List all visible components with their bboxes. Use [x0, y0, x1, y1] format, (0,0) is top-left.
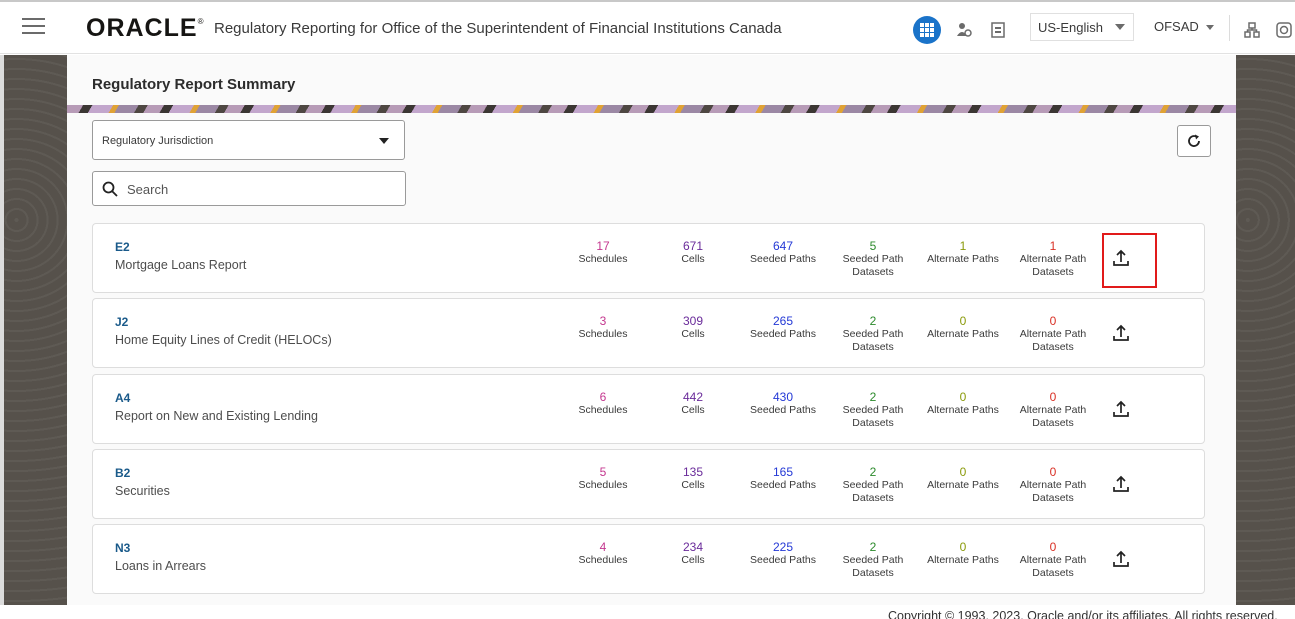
upload-icon[interactable]: [1110, 322, 1132, 344]
stat-alternate-path-datasets: 0 Alternate Path Datasets: [1019, 540, 1087, 579]
grid-icon[interactable]: [913, 16, 941, 44]
stat-schedules: 5 Schedules: [578, 465, 628, 491]
stat-schedules: 6 Schedules: [578, 390, 628, 416]
document-icon[interactable]: [984, 16, 1012, 44]
stat-cells: 671 Cells: [681, 239, 705, 265]
top-header: ORACLE® Regulatory Reporting for Office …: [0, 0, 1295, 54]
regulatory-jurisdiction-select[interactable]: Regulatory Jurisdiction: [92, 120, 405, 160]
stat-schedules: 17 Schedules: [578, 239, 628, 265]
report-card-a4[interactable]: A4 Report on New and Existing Lending 6S…: [92, 374, 1205, 444]
stat-cells: 234 Cells: [681, 540, 705, 566]
background-left: [0, 55, 67, 605]
refresh-icon: [1188, 134, 1200, 147]
stat-alternate-path-datasets: 0 Alternate Path Datasets: [1019, 314, 1087, 353]
upload-icon[interactable]: [1110, 398, 1132, 420]
report-name: Home Equity Lines of Credit (HELOCs): [115, 333, 332, 347]
user-settings-icon[interactable]: [950, 16, 978, 44]
upload-icon[interactable]: [1110, 548, 1132, 570]
stat-seeded-path-datasets: 2 Seeded Path Datasets: [842, 465, 904, 504]
report-code[interactable]: N3: [115, 541, 130, 555]
stat-seeded-paths: 225 Seeded Paths: [750, 540, 816, 566]
header-divider: [1229, 15, 1230, 41]
stat-cells: 309 Cells: [681, 314, 705, 340]
background-right: [1236, 55, 1295, 605]
stat-seeded-paths: 647 Seeded Paths: [750, 239, 816, 265]
report-code[interactable]: E2: [115, 240, 130, 254]
stat-alternate-paths: 0 Alternate Paths: [927, 540, 999, 566]
report-code[interactable]: B2: [115, 466, 130, 480]
chevron-down-icon: [379, 138, 389, 144]
report-name: Report on New and Existing Lending: [115, 409, 318, 423]
oracle-logo: ORACLE®: [86, 14, 205, 42]
copyright-footer: Copyright © 1993, 2023, Oracle and/or it…: [888, 609, 1278, 619]
chevron-down-icon: [1115, 24, 1125, 30]
report-card-j2[interactable]: J2 Home Equity Lines of Credit (HELOCs) …: [92, 298, 1205, 368]
stat-alternate-path-datasets: 0 Alternate Path Datasets: [1019, 390, 1087, 429]
page-title: Regulatory Report Summary: [92, 76, 296, 93]
search-icon: [102, 181, 118, 197]
report-code[interactable]: J2: [115, 315, 128, 329]
stat-seeded-paths: 430 Seeded Paths: [750, 390, 816, 416]
stat-schedules: 3 Schedules: [578, 314, 628, 340]
stat-cells: 135 Cells: [681, 465, 705, 491]
report-code[interactable]: A4: [115, 391, 130, 405]
stat-seeded-path-datasets: 2 Seeded Path Datasets: [842, 314, 904, 353]
stat-seeded-path-datasets: 2 Seeded Path Datasets: [842, 390, 904, 429]
highlight-box: [1102, 233, 1157, 288]
stat-seeded-path-datasets: 2 Seeded Path Datasets: [842, 540, 904, 579]
stat-alternate-path-datasets: 1 Alternate Path Datasets: [1019, 239, 1087, 278]
language-select[interactable]: US-English: [1030, 13, 1134, 41]
language-value: US-English: [1038, 20, 1104, 35]
upload-icon[interactable]: [1110, 473, 1132, 495]
report-name: Securities: [115, 484, 170, 498]
stat-schedules: 4 Schedules: [578, 540, 628, 566]
stat-alternate-paths: 0 Alternate Paths: [927, 390, 999, 416]
report-card-e2[interactable]: E2 Mortgage Loans Report 17 Schedules 671…: [92, 223, 1205, 293]
stat-cells: 442 Cells: [681, 390, 705, 416]
report-name: Mortgage Loans Report: [115, 258, 247, 272]
search-field[interactable]: [92, 171, 406, 206]
stat-seeded-paths: 265 Seeded Paths: [750, 314, 816, 340]
jurisdiction-label: Regulatory Jurisdiction: [102, 135, 214, 147]
report-card-n3[interactable]: N3 Loans in Arrears 4 Schedules 234 Cells …: [92, 524, 1205, 594]
chevron-down-icon: [1205, 25, 1214, 31]
user-name: OFSAD: [1154, 19, 1199, 34]
stat-seeded-path-datasets: 5 Seeded Path Datasets: [842, 239, 904, 278]
report-card-b2[interactable]: B2 Securities 5 Schedules 135 Cells 165 See…: [92, 449, 1205, 519]
user-menu[interactable]: OFSAD: [1154, 19, 1214, 34]
help-icon[interactable]: [1270, 16, 1295, 44]
app-title: Regulatory Reporting for Office of the S…: [214, 20, 782, 37]
stat-alternate-paths: 1 Alternate Paths: [927, 239, 999, 265]
stat-alternate-paths: 0 Alternate Paths: [927, 465, 999, 491]
stat-alternate-paths: 0 Alternate Paths: [927, 314, 999, 340]
refresh-button[interactable]: [1177, 125, 1211, 157]
report-name: Loans in Arrears: [115, 559, 207, 573]
decorative-banner: [67, 105, 1236, 113]
search-input[interactable]: [127, 180, 387, 198]
network-icon[interactable]: [1238, 16, 1266, 44]
stat-seeded-paths: 165 Seeded Paths: [750, 465, 816, 491]
hamburger-menu-icon[interactable]: [22, 18, 45, 34]
report-summary-panel: Regulatory Report Summary Regulatory Jur…: [67, 55, 1236, 605]
stat-alternate-path-datasets: 0 Alternate Path Datasets: [1019, 465, 1087, 504]
